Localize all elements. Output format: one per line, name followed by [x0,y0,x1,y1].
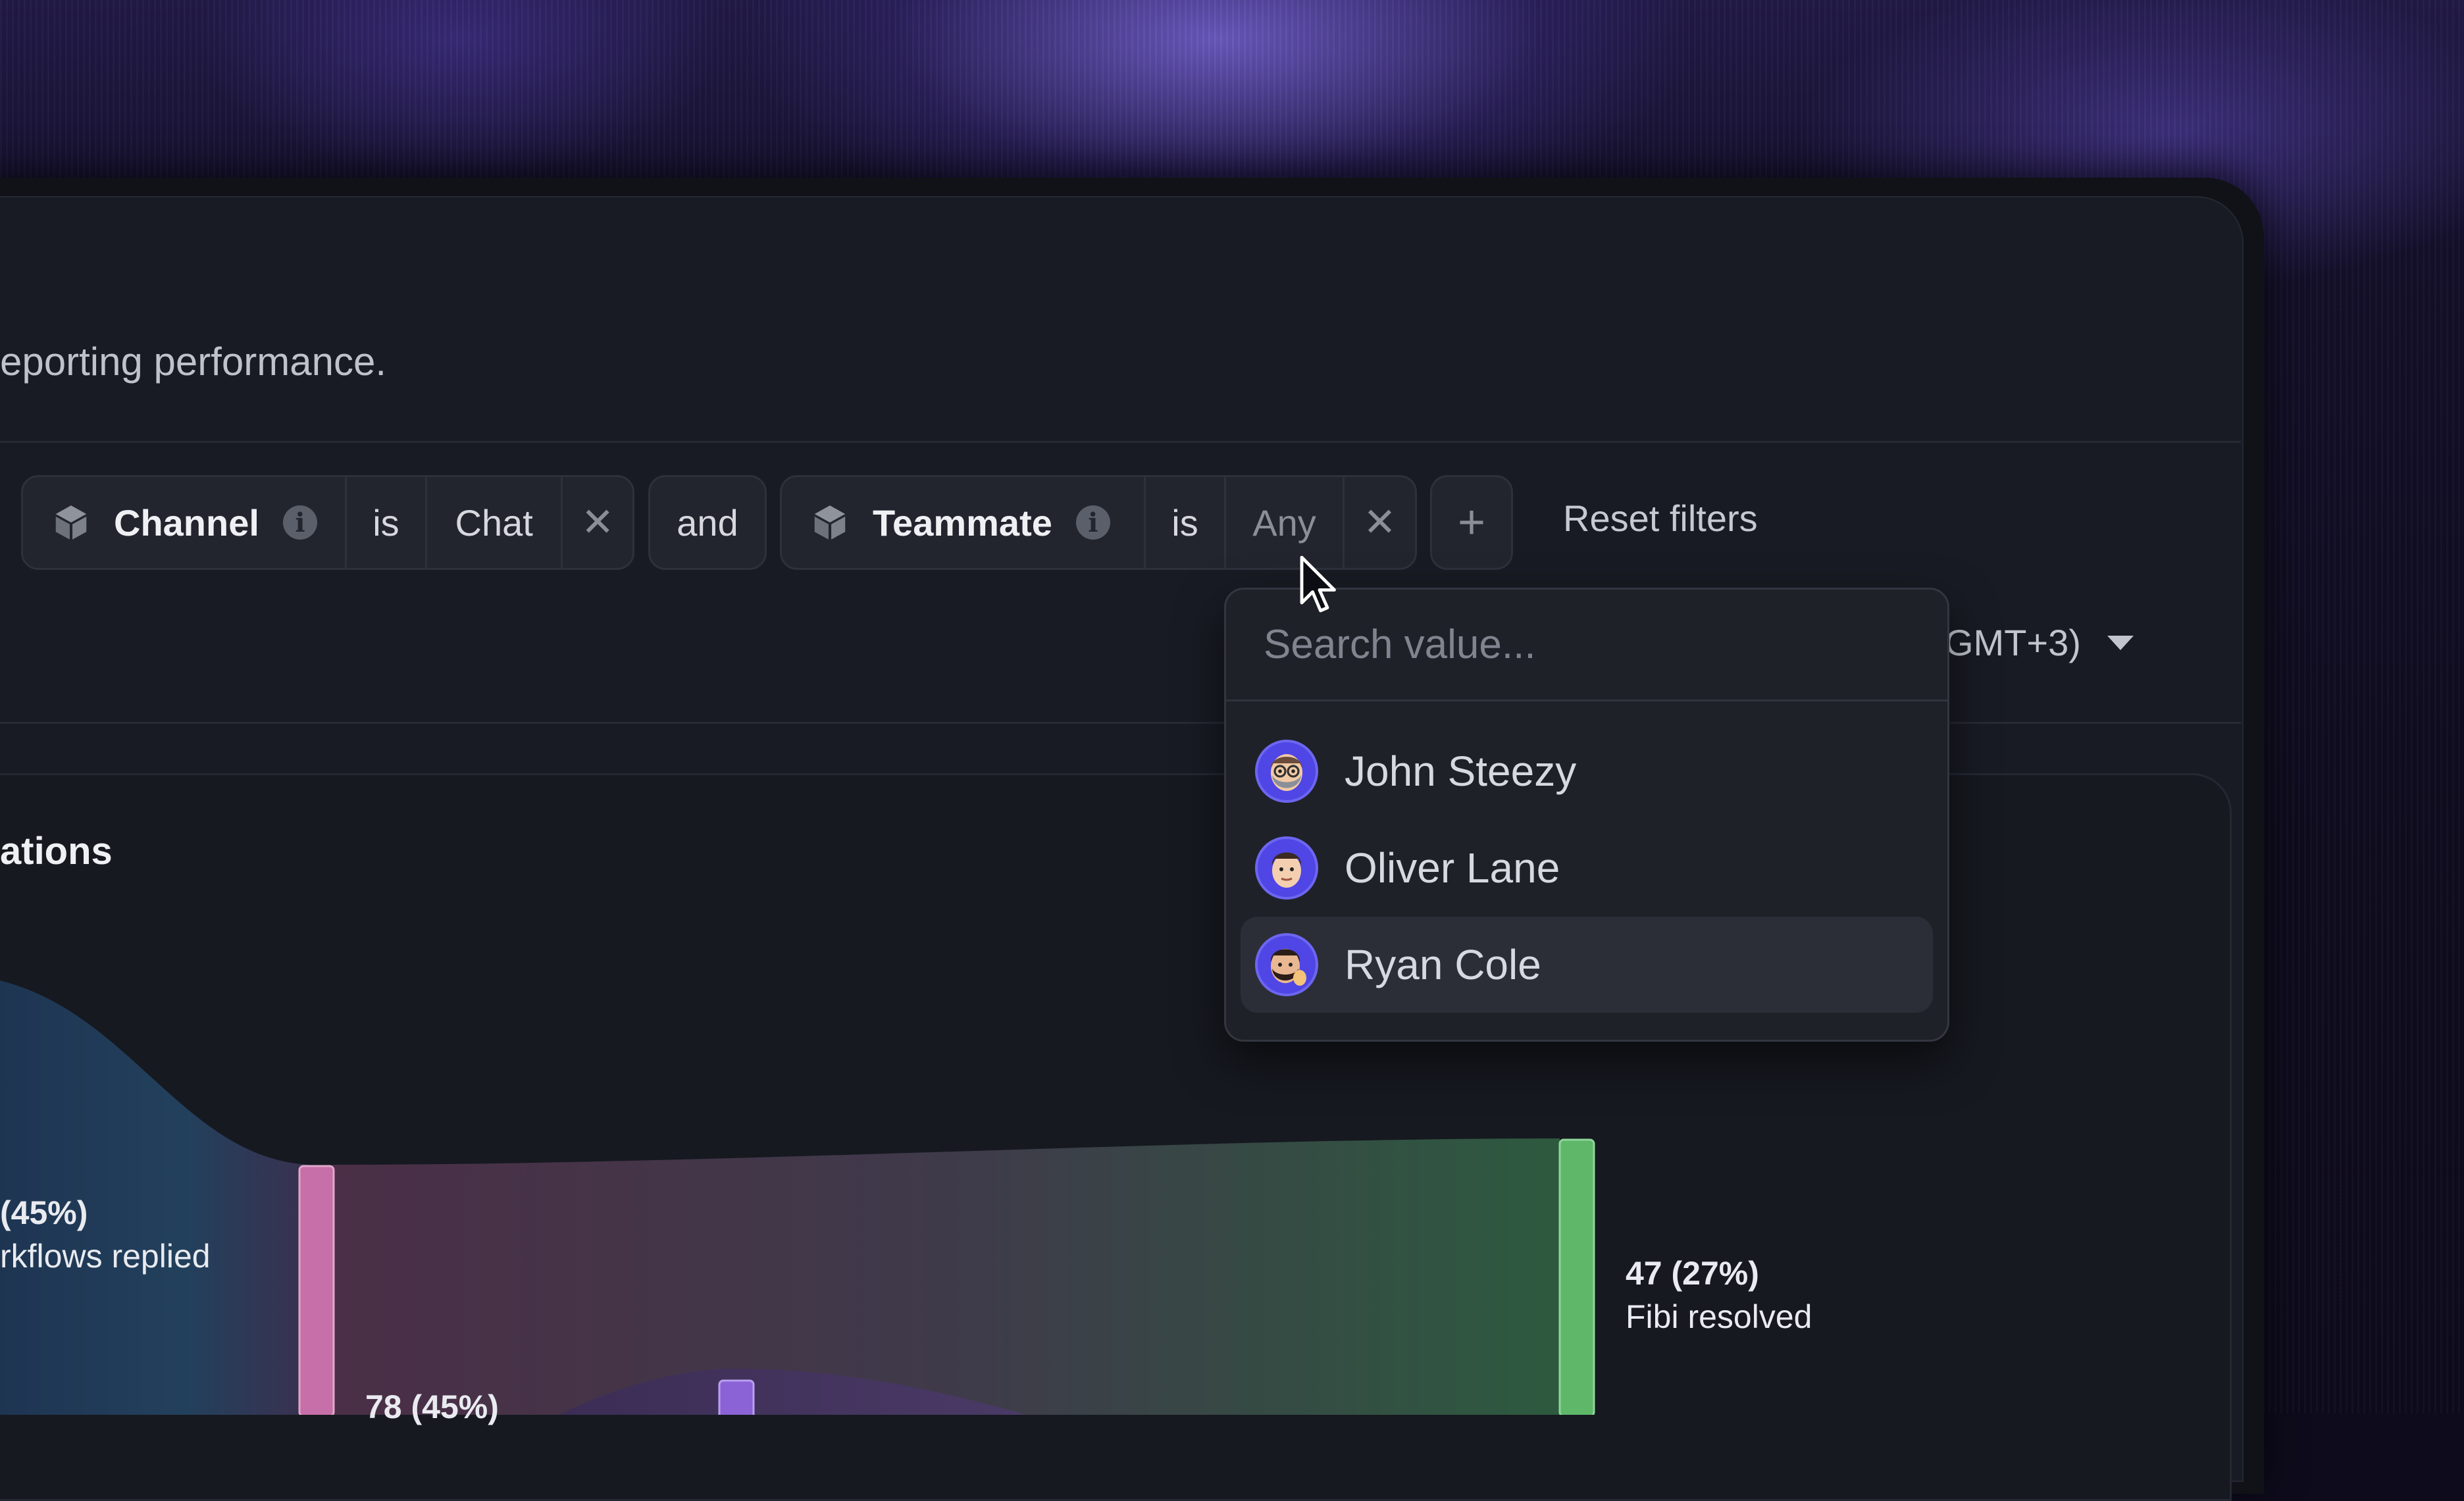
filter-operator[interactable]: is [344,477,425,568]
filter-operator[interactable]: is [1144,477,1224,568]
option-oliver-lane[interactable]: Oliver Lane [1241,820,1933,916]
option-label: Ryan Cole [1345,941,1541,988]
cube-icon [55,505,87,540]
close-icon: ✕ [581,500,615,544]
filter-operator-label: is [1171,501,1198,544]
filter-value-label: Chat [455,501,533,544]
flow-value: 78 (45%) [365,1388,499,1425]
avatar [1255,836,1318,900]
info-icon[interactable]: i [1075,505,1110,540]
flow-label-resolved: 47 (27%) Fibi resolved [1626,1252,1812,1338]
filter-operator-label: is [372,501,399,544]
sankey-node-secondary [718,1379,755,1415]
add-filter-button[interactable]: + [1430,475,1513,570]
conjunction-label: and [677,501,738,544]
filter-field-label: Teammate [873,501,1052,544]
option-label: Oliver Lane [1345,844,1560,892]
filter-value-channel[interactable]: Chat [424,477,561,568]
header-divider [0,441,2241,443]
mouse-cursor-icon [1300,555,1336,613]
filter-field-channel[interactable]: Channel i [23,477,345,568]
option-label: John Steezy [1345,748,1577,795]
sankey-node-resolved [1558,1138,1595,1415]
plus-icon: + [1457,496,1486,549]
caret-down-icon [2107,635,2134,650]
flow-label-secondary: 78 (45%) [365,1385,499,1429]
reset-filters-button[interactable]: Reset filters [1563,497,1758,540]
timezone-label: GMT+3) [1945,622,2081,663]
info-icon[interactable]: i [282,505,317,540]
sankey-node-workflows [298,1165,335,1415]
flow-value: 47 (27%) [1626,1255,1759,1292]
flow-value: (45%) [0,1194,88,1231]
filter-field-label: Channel [114,501,259,544]
timezone-select[interactable]: GMT+3) [1945,621,2134,664]
avatar [1255,933,1318,996]
remove-filter-button[interactable]: ✕ [561,477,632,568]
sankey-flow-resolved [332,1138,1560,1415]
flow-label-workflows: (45%) rkflows replied [0,1191,211,1278]
chart-title: ations [0,830,113,873]
filter-field-teammate[interactable]: Teammate i [782,477,1144,568]
close-icon: ✕ [1363,500,1397,544]
filter-conjunction[interactable]: and [648,475,767,570]
flow-caption: rkflows replied [0,1238,211,1275]
filter-chip-channel: Channel i is Chat ✕ [21,475,634,570]
flow-caption: Fibi resolved [1626,1298,1812,1335]
avatar [1255,740,1318,803]
option-ryan-cole[interactable]: Ryan Cole [1241,917,1933,1013]
option-john-steezy[interactable]: John Steezy [1241,723,1933,819]
cube-icon [814,505,846,540]
teammate-dropdown: John Steezy Oliver Lane Ryan Cole [1224,588,1949,1042]
filter-value-label: Any [1252,501,1316,544]
remove-filter-button[interactable]: ✕ [1343,477,1415,568]
page-subtitle: eporting performance. [0,340,386,384]
